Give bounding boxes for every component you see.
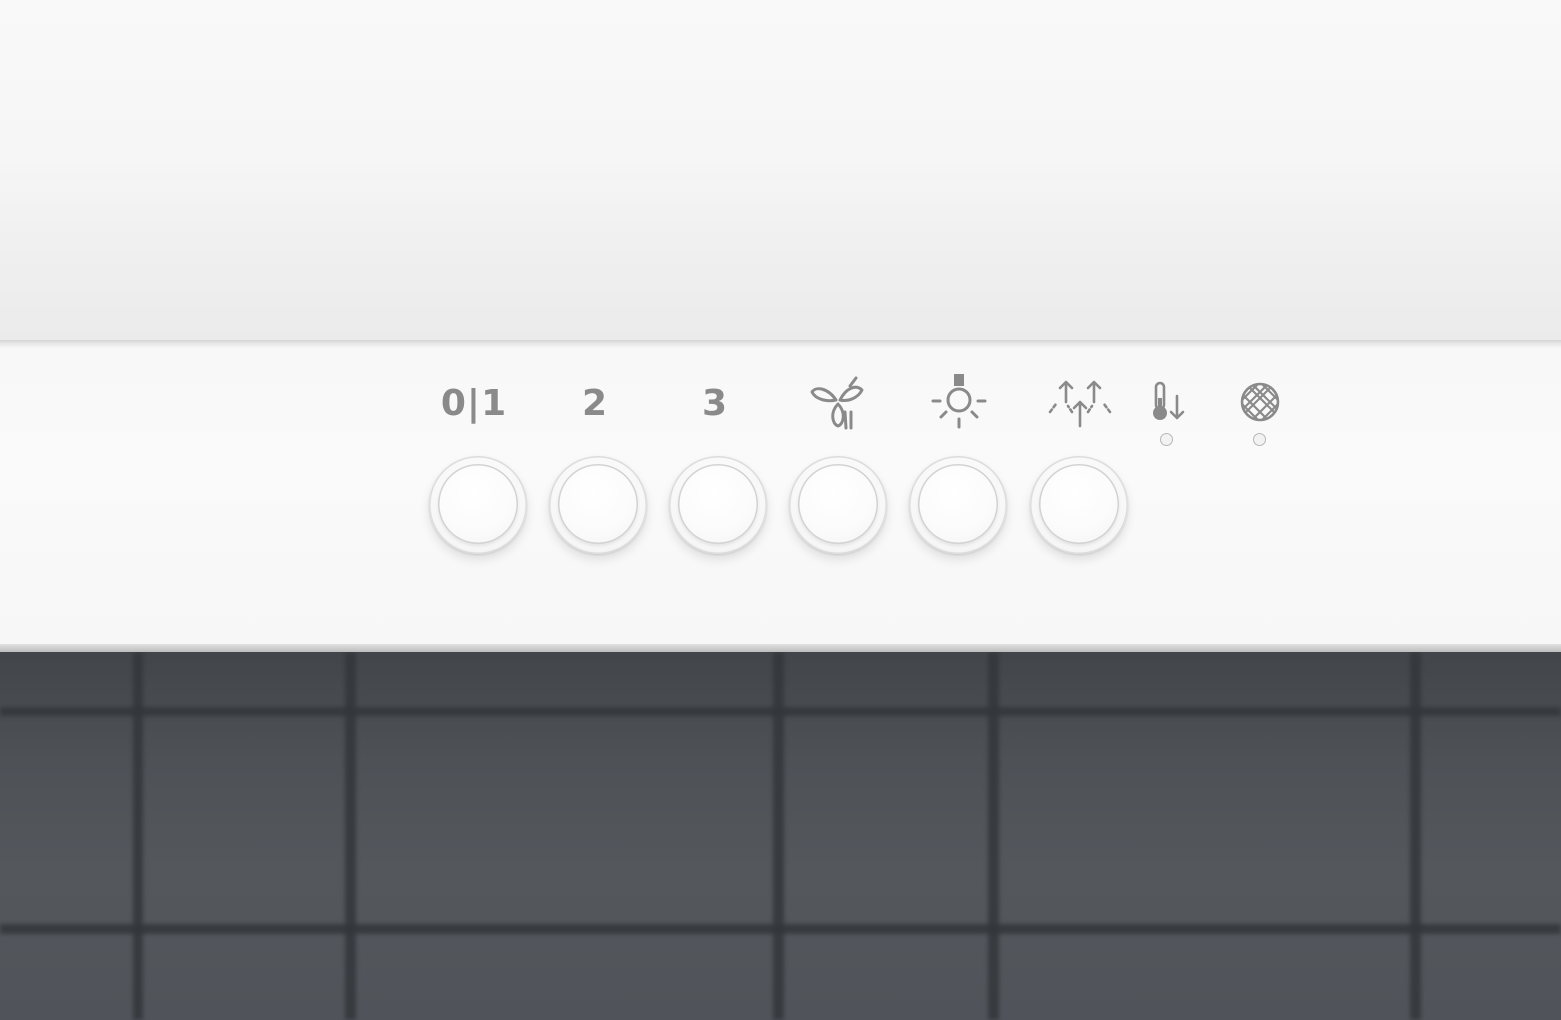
light-icon — [929, 372, 989, 432]
control-panel — [0, 348, 1561, 646]
button-cap — [798, 464, 878, 544]
fan-button[interactable] — [789, 456, 887, 554]
filter-led — [1253, 433, 1266, 446]
fan-icon — [808, 374, 868, 432]
hood-seam — [0, 340, 1561, 348]
grout-line — [1410, 652, 1421, 1020]
speed-3-button[interactable] — [669, 456, 767, 554]
panel-edge — [0, 644, 1561, 652]
label-speed-3: 3 — [701, 382, 729, 424]
grout-line — [773, 652, 784, 1020]
grout-line — [345, 652, 356, 1020]
power-speed-1-button[interactable] — [429, 456, 527, 554]
boost-icon — [1048, 374, 1112, 432]
hood-canopy — [0, 0, 1561, 342]
speed-2-button[interactable] — [549, 456, 647, 554]
button-cap — [438, 464, 518, 544]
grease-filter-icon — [1240, 382, 1280, 422]
grout-line — [133, 652, 143, 1020]
light-button[interactable] — [909, 456, 1007, 554]
temperature-led — [1160, 433, 1173, 446]
button-cap — [558, 464, 638, 544]
button-cap — [1039, 464, 1119, 544]
boost-button[interactable] — [1030, 456, 1128, 554]
button-cap — [918, 464, 998, 544]
button-cap — [678, 464, 758, 544]
label-power-speed-1: 0|1 — [440, 382, 508, 424]
temperature-down-icon — [1146, 380, 1186, 424]
tile-backsplash — [0, 652, 1561, 1020]
grout-line — [988, 652, 999, 1020]
label-speed-2: 2 — [581, 382, 609, 424]
